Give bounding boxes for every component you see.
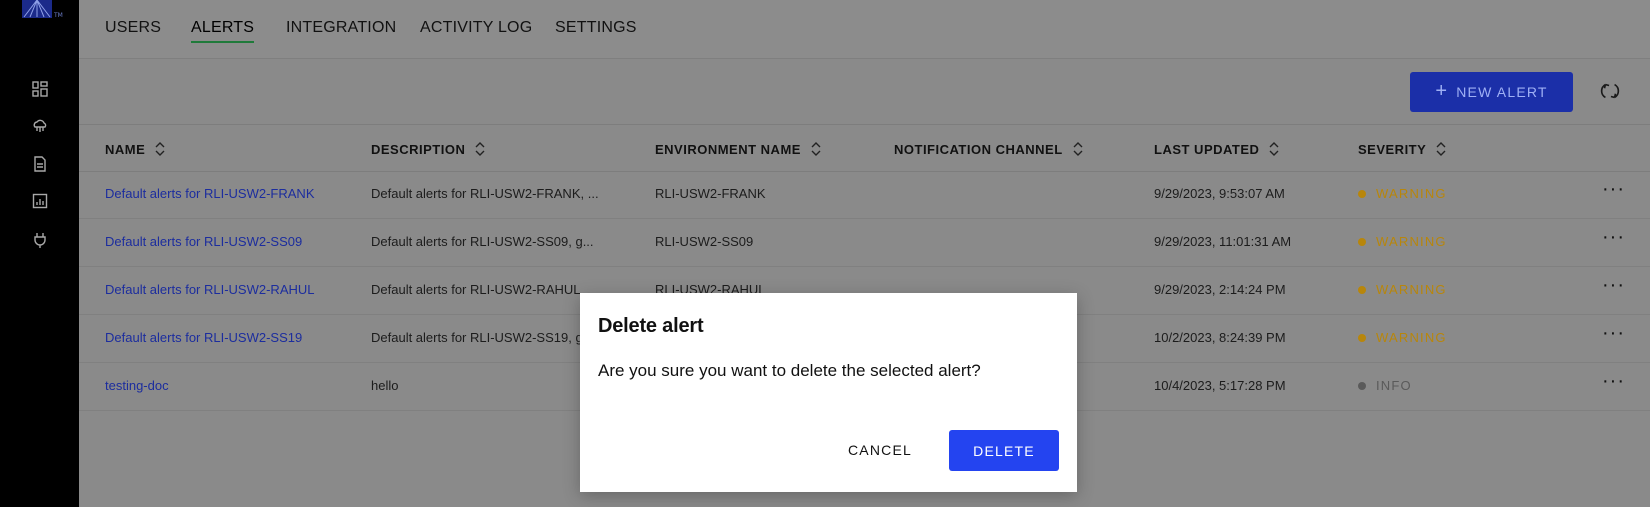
severity-label: WARNING bbox=[1376, 282, 1447, 297]
col-header-label: SEVERITY bbox=[1358, 141, 1427, 157]
severity-label: WARNING bbox=[1376, 234, 1447, 249]
tab-alerts[interactable]: ALERTS bbox=[191, 19, 255, 43]
delete-button[interactable]: DELETE bbox=[949, 430, 1059, 471]
new-alert-button[interactable]: + NEW ALERT bbox=[1410, 72, 1573, 112]
cloud-network-icon[interactable] bbox=[30, 116, 50, 136]
severity-badge: WARNING bbox=[1358, 282, 1447, 297]
dashboard-icon[interactable] bbox=[30, 79, 50, 99]
report-chart-icon[interactable] bbox=[30, 191, 50, 211]
severity-dot-icon bbox=[1358, 333, 1366, 342]
severity-badge: WARNING bbox=[1358, 234, 1447, 249]
alert-last-updated: 9/29/2023, 9:53:07 AM bbox=[1154, 186, 1285, 201]
alert-last-updated: 9/29/2023, 11:01:31 AM bbox=[1154, 234, 1292, 249]
col-header-notification-channel[interactable]: NOTIFICATION CHANNEL bbox=[894, 141, 1083, 157]
plug-icon[interactable] bbox=[30, 230, 50, 250]
more-options-icon[interactable]: ··· bbox=[1602, 323, 1624, 346]
severity-label: WARNING bbox=[1376, 330, 1447, 345]
col-header-label: DESCRIPTION bbox=[371, 141, 466, 157]
alert-name-link[interactable]: Default alerts for RLI-USW2-SS19 bbox=[105, 330, 302, 345]
cancel-button[interactable]: CANCEL bbox=[830, 430, 930, 470]
sidebar: TM bbox=[0, 0, 79, 507]
alert-name-link[interactable]: testing-doc bbox=[105, 378, 169, 393]
tab-bar: USERS ALERTS INTEGRATION ACTIVITY LOG SE… bbox=[79, 0, 1650, 59]
alert-description: hello bbox=[371, 378, 399, 393]
alert-description: Default alerts for RLI-USW2-SS09, g... bbox=[371, 234, 594, 249]
more-options-icon[interactable]: ··· bbox=[1602, 179, 1624, 202]
col-header-environment[interactable]: ENVIRONMENT NAME bbox=[655, 141, 821, 157]
alert-name-link[interactable]: Default alerts for RLI-USW2-RAHUL bbox=[105, 282, 315, 297]
dialog-title: Delete alert bbox=[598, 315, 704, 337]
sort-icon[interactable] bbox=[475, 141, 485, 157]
table-row[interactable]: Default alerts for RLI-USW2-SS09 Default… bbox=[79, 218, 1650, 267]
alert-description: Default alerts for RLI-USW2-FRANK, ... bbox=[371, 186, 599, 201]
severity-dot-icon bbox=[1358, 285, 1366, 294]
document-icon[interactable] bbox=[30, 154, 50, 174]
sort-icon[interactable] bbox=[1269, 141, 1279, 157]
severity-dot-icon bbox=[1358, 189, 1366, 198]
severity-dot-icon bbox=[1358, 381, 1366, 390]
alert-environment: RLI-USW2-FRANK bbox=[655, 186, 766, 201]
table-header: NAME DESCRIPTION ENVIRONMENT NAME NOTIFI… bbox=[79, 124, 1650, 172]
col-header-name[interactable]: NAME bbox=[105, 141, 165, 157]
col-header-severity[interactable]: SEVERITY bbox=[1358, 141, 1446, 157]
severity-badge: INFO bbox=[1358, 378, 1412, 393]
plus-icon: + bbox=[1435, 80, 1449, 102]
refresh-icon[interactable] bbox=[1599, 80, 1623, 104]
severity-label: WARNING bbox=[1376, 186, 1447, 201]
col-header-label: LAST UPDATED bbox=[1154, 141, 1260, 157]
alert-environment: RLI-USW2-SS09 bbox=[655, 234, 754, 249]
col-header-label: NAME bbox=[105, 141, 146, 157]
alert-description: Default alerts for RLI-USW2-SS19, g bbox=[371, 330, 583, 345]
app-logo[interactable] bbox=[22, 0, 52, 18]
tab-settings[interactable]: SETTINGS bbox=[555, 19, 637, 37]
tab-integration[interactable]: INTEGRATION bbox=[286, 19, 396, 37]
col-header-label: NOTIFICATION CHANNEL bbox=[894, 141, 1063, 157]
sort-icon[interactable] bbox=[1073, 141, 1083, 157]
more-options-icon[interactable]: ··· bbox=[1602, 227, 1624, 250]
severity-dot-icon bbox=[1358, 237, 1366, 246]
col-header-last-updated[interactable]: LAST UPDATED bbox=[1154, 141, 1279, 157]
severity-badge: WARNING bbox=[1358, 330, 1447, 345]
more-options-icon[interactable]: ··· bbox=[1602, 371, 1624, 394]
tab-users[interactable]: USERS bbox=[105, 19, 161, 37]
alert-name-link[interactable]: Default alerts for RLI-USW2-SS09 bbox=[105, 234, 302, 249]
alert-last-updated: 10/2/2023, 8:24:39 PM bbox=[1154, 330, 1286, 345]
new-alert-label: NEW ALERT bbox=[1456, 84, 1548, 100]
sort-icon[interactable] bbox=[1436, 141, 1446, 157]
logo-trademark: TM bbox=[54, 12, 63, 19]
severity-label: INFO bbox=[1376, 378, 1412, 393]
more-options-icon[interactable]: ··· bbox=[1602, 275, 1624, 298]
delete-alert-dialog: Delete alert Are you sure you want to de… bbox=[580, 293, 1077, 492]
alert-name-link[interactable]: Default alerts for RLI-USW2-FRANK bbox=[105, 186, 315, 201]
sort-icon[interactable] bbox=[155, 141, 165, 157]
col-header-label: ENVIRONMENT NAME bbox=[655, 141, 801, 157]
sort-icon[interactable] bbox=[811, 141, 821, 157]
alert-description: Default alerts for RLI-USW2-RAHUL bbox=[371, 282, 581, 297]
dialog-message: Are you sure you want to delete the sele… bbox=[598, 361, 981, 380]
tab-activity-log[interactable]: ACTIVITY LOG bbox=[420, 19, 532, 37]
severity-badge: WARNING bbox=[1358, 186, 1447, 201]
table-row[interactable]: Default alerts for RLI-USW2-FRANK Defaul… bbox=[79, 170, 1650, 219]
alert-last-updated: 10/4/2023, 5:17:28 PM bbox=[1154, 378, 1286, 393]
col-header-description[interactable]: DESCRIPTION bbox=[371, 141, 485, 157]
alert-last-updated: 9/29/2023, 2:14:24 PM bbox=[1154, 282, 1286, 297]
